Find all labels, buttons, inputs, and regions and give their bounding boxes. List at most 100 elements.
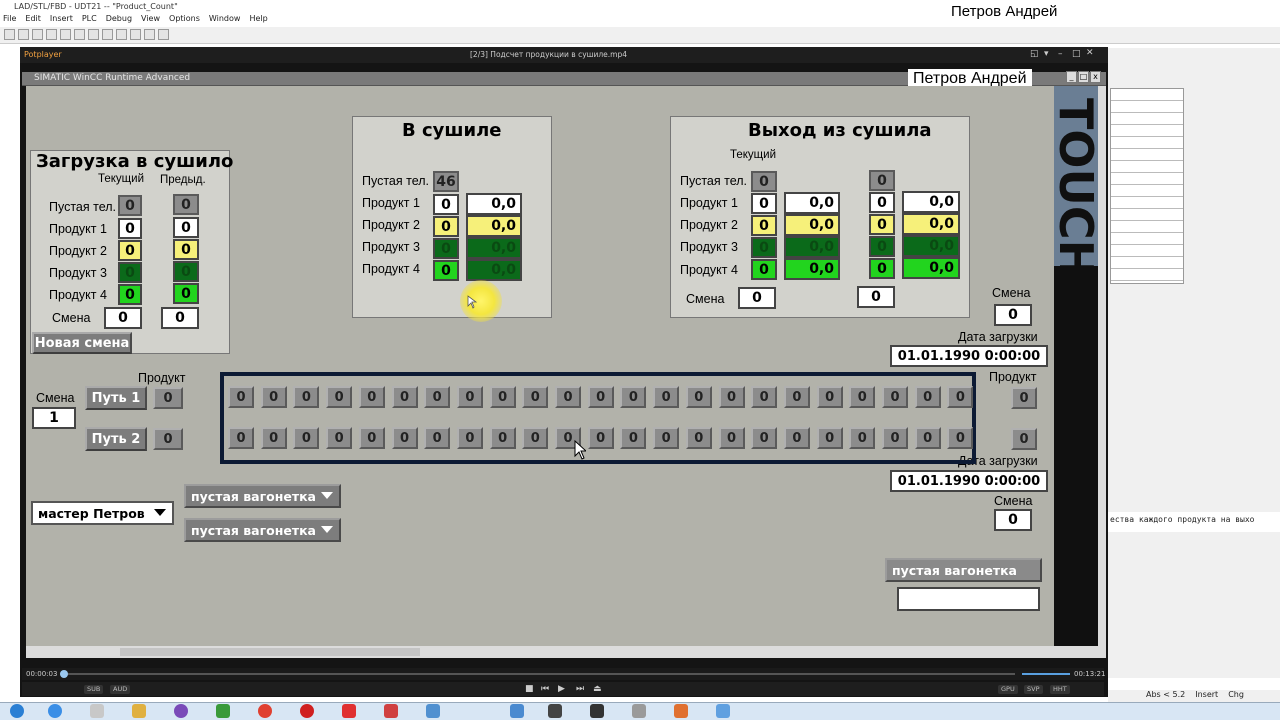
browser-icon[interactable]	[48, 704, 62, 718]
wincc-minimize-icon[interactable]: _	[1066, 71, 1077, 83]
player-close-icon[interactable]: ✕	[1086, 48, 1094, 58]
track-cell: 0	[228, 386, 254, 408]
right-cart-field[interactable]	[897, 587, 1040, 611]
paste-icon[interactable]	[88, 29, 99, 40]
menu-plc[interactable]: PLC	[82, 14, 97, 27]
menu-options[interactable]: Options	[169, 14, 200, 27]
stop-icon[interactable]: ■	[525, 684, 534, 694]
download-icon[interactable]	[130, 29, 141, 40]
editor-status-bar: Abs < 5.2 Insert Chg	[1108, 690, 1280, 702]
dryer-label-p4: Продукт 4	[362, 262, 420, 276]
undo-icon[interactable]	[102, 29, 113, 40]
loading-shift-prev: 0	[161, 307, 199, 329]
loading-current-p2: 0	[118, 240, 142, 261]
cart1-select[interactable]: пустая вагонетка	[184, 484, 341, 508]
player-seek-track[interactable]	[60, 673, 1015, 675]
monitor-icon[interactable]	[144, 29, 155, 40]
loading-col-prev: Предыд.	[160, 174, 206, 186]
open-icon[interactable]	[18, 29, 29, 40]
tool-icon[interactable]	[384, 704, 398, 718]
menu-insert[interactable]: Insert	[50, 14, 73, 27]
player-pin-icon[interactable]: ◱	[1030, 49, 1039, 59]
cart2-select[interactable]: пустая вагонетка	[184, 518, 341, 542]
arrow-app-icon[interactable]	[716, 704, 730, 718]
player-sub-button[interactable]: SUB	[84, 685, 104, 694]
path1-button[interactable]: Путь 1	[85, 386, 147, 410]
viber-icon[interactable]	[174, 704, 188, 718]
new-shift-button[interactable]: Новая смена	[32, 332, 132, 354]
cut-icon[interactable]	[60, 29, 71, 40]
menu-help[interactable]: Help	[249, 14, 267, 27]
exit-label-p2: Продукт 2	[680, 218, 738, 232]
track-cell: 0	[849, 427, 876, 449]
pdf-icon[interactable]	[342, 704, 356, 718]
horizontal-scrollbar-thumb[interactable]	[120, 648, 420, 656]
loading-current-empty: 0	[118, 195, 142, 216]
help-icon[interactable]	[158, 29, 169, 40]
wincc-maximize-icon[interactable]: □	[1078, 71, 1089, 83]
calc-icon[interactable]	[632, 704, 646, 718]
master-select[interactable]: мастер Петров	[31, 501, 174, 525]
chrome-icon[interactable]	[258, 704, 272, 718]
player-menu-icon[interactable]: ▾	[1044, 49, 1049, 59]
next-icon[interactable]: ⏭	[576, 684, 584, 694]
player-aud-button[interactable]: AUD	[110, 685, 131, 694]
menu-view[interactable]: View	[141, 14, 160, 27]
wincc-window-controls: _ □ x	[1066, 71, 1101, 83]
play-icon[interactable]: ▶	[558, 684, 565, 694]
dryer-amount-p3: 0,0	[466, 237, 522, 259]
previous-icon[interactable]: ⏮	[541, 684, 549, 694]
opera-icon[interactable]	[300, 704, 314, 718]
print-icon[interactable]	[46, 29, 57, 40]
track-cell: 0	[424, 386, 451, 408]
menu-file[interactable]: File	[3, 14, 16, 27]
potplayer-icon[interactable]	[590, 704, 604, 718]
path1-product: 0	[153, 387, 183, 409]
track-cell: 0	[358, 427, 385, 449]
exit-title: Выход из сушила	[748, 120, 932, 141]
player-svp-button[interactable]: SVP	[1024, 685, 1043, 694]
track-cell: 0	[489, 386, 516, 408]
menu-edit[interactable]: Edit	[25, 14, 41, 27]
folder-icon[interactable]	[132, 704, 146, 718]
step7-icon[interactable]	[510, 704, 524, 718]
menu-window[interactable]: Window	[209, 14, 241, 27]
copy-icon[interactable]	[74, 29, 85, 40]
loading-col-current: Текущий	[98, 173, 144, 185]
vertical-scrollbar[interactable]	[1098, 86, 1106, 646]
editor-title: LAD/STL/FBD - UDT21 -- "Product_Count"	[14, 2, 178, 11]
app-icon[interactable]	[216, 704, 230, 718]
player-gpu-button[interactable]: GPU	[998, 685, 1018, 694]
loading-shift-label: Смена	[52, 311, 91, 325]
redo-icon[interactable]	[116, 29, 127, 40]
start-icon[interactable]	[10, 704, 24, 718]
player-minimize-icon[interactable]: –	[1058, 49, 1063, 59]
monitor-app-icon[interactable]	[548, 704, 562, 718]
paint-icon[interactable]	[674, 704, 688, 718]
player-volume-slider[interactable]	[1022, 673, 1070, 675]
track-cell: 0	[816, 427, 843, 449]
player-seek-knob[interactable]	[60, 670, 68, 678]
window-icon[interactable]	[426, 704, 440, 718]
track-cell: 0	[914, 386, 941, 408]
explorer-icon[interactable]	[90, 704, 104, 718]
player-maximize-icon[interactable]: □	[1072, 49, 1081, 59]
player-hht-button[interactable]: HHT	[1050, 685, 1070, 694]
menu-debug[interactable]: Debug	[106, 14, 132, 27]
dryer-amount-p2: 0,0	[466, 215, 522, 237]
path2-button[interactable]: Путь 2	[85, 427, 147, 451]
player-logo[interactable]: Potplayer	[24, 50, 62, 59]
loading-shift-current: 0	[104, 307, 142, 329]
track-cell: 0	[456, 386, 483, 408]
wincc-close-icon[interactable]: x	[1090, 71, 1101, 83]
chevron-down-icon	[321, 492, 333, 499]
right-cart-button[interactable]: пустая вагонетка	[885, 558, 1042, 582]
save-icon[interactable]	[32, 29, 43, 40]
track-cell: 0	[685, 427, 712, 449]
exit-label-p4: Продукт 4	[680, 263, 738, 277]
new-icon[interactable]	[4, 29, 15, 40]
dryer-count-p4: 0	[433, 260, 459, 281]
loading-current-p1: 0	[118, 218, 142, 239]
eject-icon[interactable]: ⏏	[593, 684, 602, 694]
editor-menu-bar: File Edit Insert PLC Debug View Options …	[0, 14, 1280, 27]
